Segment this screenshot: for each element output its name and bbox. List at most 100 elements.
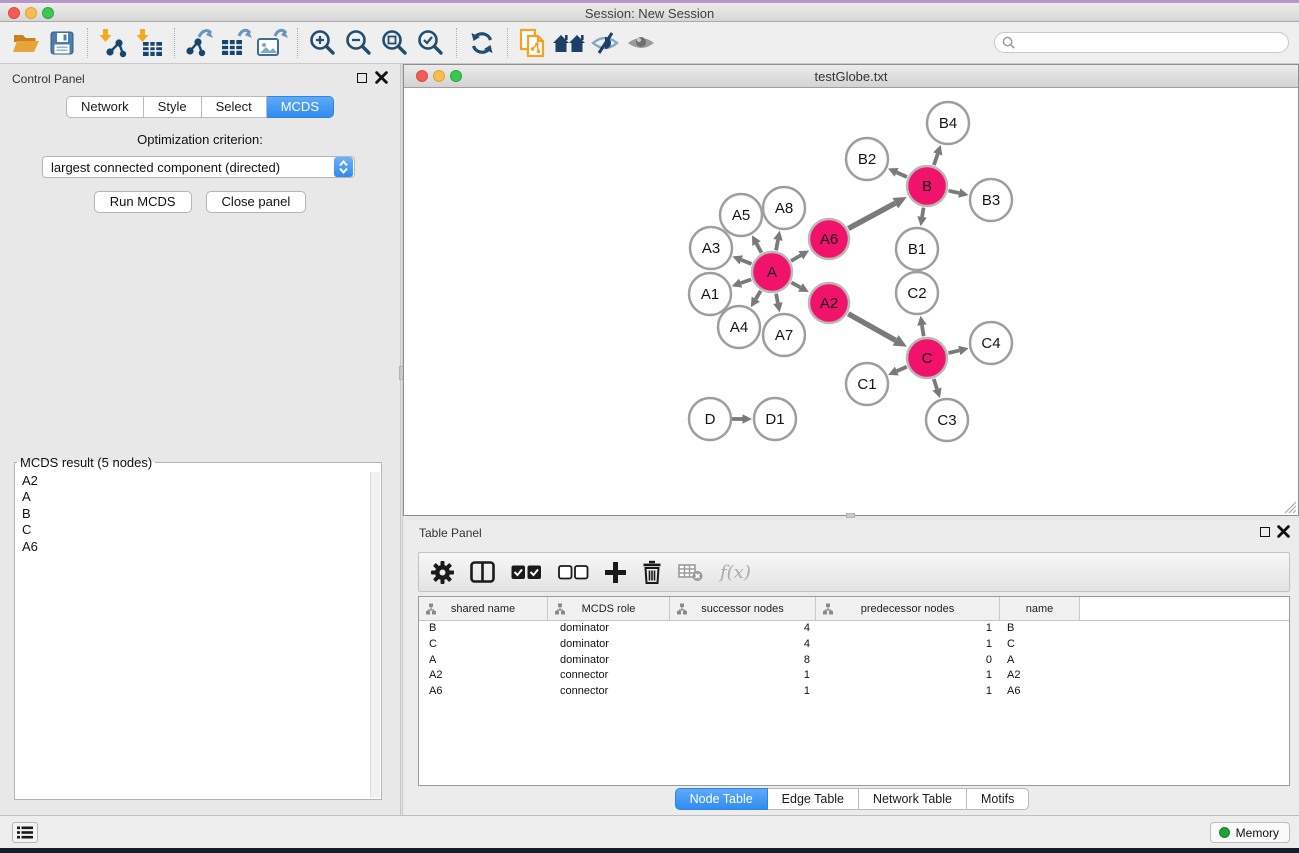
- graph-node-A5[interactable]: A5: [720, 194, 762, 236]
- mcds-result-item[interactable]: A: [16, 489, 369, 505]
- table-cell[interactable]: C: [1000, 637, 1080, 653]
- graph-edge-B-B2[interactable]: [888, 168, 907, 177]
- zoom-out-button[interactable]: [341, 25, 377, 61]
- table-cell[interactable]: 0: [816, 653, 1000, 669]
- graph-node-A2[interactable]: A2: [809, 283, 849, 323]
- zoom-fit-button[interactable]: [377, 25, 413, 61]
- graph-node-D1[interactable]: D1: [754, 398, 796, 440]
- column-header-predecessor-nodes[interactable]: predecessor nodes: [816, 597, 1000, 621]
- table-cell[interactable]: 1: [816, 621, 1000, 637]
- graph-node-B2[interactable]: B2: [846, 138, 888, 180]
- table-row[interactable]: Cdominator41C: [419, 637, 1289, 653]
- graph-node-A6[interactable]: A6: [809, 219, 849, 259]
- search-input[interactable]: [1019, 36, 1288, 50]
- delete-column-icon[interactable]: [642, 560, 662, 584]
- column-header-name[interactable]: name: [1000, 597, 1080, 621]
- tab-motifs[interactable]: Motifs: [967, 788, 1029, 810]
- mcds-result-item[interactable]: C: [16, 522, 369, 538]
- table-cell[interactable]: dominator: [548, 637, 670, 653]
- add-column-icon[interactable]: [605, 562, 626, 583]
- graph-node-B4[interactable]: B4: [927, 102, 969, 144]
- mcds-result-item[interactable]: B: [16, 506, 369, 522]
- tab-style[interactable]: Style: [144, 96, 202, 118]
- tab-network[interactable]: Network: [66, 96, 144, 118]
- table-cell[interactable]: A: [419, 653, 548, 669]
- run-mcds-button[interactable]: Run MCDS: [94, 191, 192, 213]
- graph-edge-B-B4[interactable]: [933, 145, 942, 165]
- close-panel-button[interactable]: Close panel: [206, 191, 307, 213]
- graph-edge-C-C4[interactable]: [948, 346, 968, 355]
- table-row[interactable]: Bdominator41B: [419, 621, 1289, 637]
- table-cell[interactable]: C: [419, 637, 548, 653]
- graph-node-A8[interactable]: A8: [763, 187, 805, 229]
- table-cell[interactable]: A6: [419, 684, 548, 700]
- float-panel-icon[interactable]: [357, 73, 367, 83]
- show-all-button[interactable]: [623, 25, 659, 61]
- graph-node-A3[interactable]: A3: [690, 227, 732, 269]
- table-cell[interactable]: B: [419, 621, 548, 637]
- mcds-result-item[interactable]: A2: [16, 473, 369, 489]
- column-header-shared-name[interactable]: shared name: [419, 597, 548, 621]
- table-cell[interactable]: A2: [419, 668, 548, 684]
- zoom-selected-button[interactable]: [413, 25, 449, 61]
- deselect-all-checkboxes-icon[interactable]: [558, 565, 589, 580]
- graph-node-C3[interactable]: C3: [926, 399, 968, 441]
- graph-node-B[interactable]: B: [907, 166, 947, 206]
- close-table-panel-icon[interactable]: [1277, 525, 1290, 538]
- graph-edge-A-A2[interactable]: [791, 283, 808, 293]
- main-title-bar[interactable]: Session: New Session: [0, 3, 1299, 22]
- graph-edge-D-D1[interactable]: [732, 414, 752, 424]
- table-cell[interactable]: 1: [816, 684, 1000, 700]
- table-cell[interactable]: B: [1000, 621, 1080, 637]
- graph-edge-A-A6[interactable]: [791, 251, 809, 261]
- table-cell[interactable]: connector: [548, 668, 670, 684]
- refresh-view-button[interactable]: [464, 25, 500, 61]
- graph-node-B1[interactable]: B1: [896, 228, 938, 270]
- graph-edge-C-C2[interactable]: [917, 316, 926, 337]
- graph-node-A[interactable]: A: [752, 252, 792, 292]
- table-cell[interactable]: 4: [670, 637, 816, 653]
- graph-edge-A-A5[interactable]: [752, 235, 762, 252]
- graph-node-C2[interactable]: C2: [896, 272, 938, 314]
- function-builder-icon[interactable]: f(x): [720, 562, 751, 583]
- graph-edge-A-A7[interactable]: [773, 294, 782, 313]
- criterion-select[interactable]: largest connected component (directed): [42, 156, 355, 178]
- mcds-list-scrollbar[interactable]: [370, 472, 380, 798]
- table-row[interactable]: A6connector11A6: [419, 684, 1289, 700]
- home-button[interactable]: [551, 25, 587, 61]
- table-cell[interactable]: 1: [670, 668, 816, 684]
- show-columns-icon[interactable]: [470, 561, 495, 583]
- tab-node-table[interactable]: Node Table: [675, 788, 768, 810]
- float-table-panel-icon[interactable]: [1260, 527, 1270, 537]
- graph-node-A4[interactable]: A4: [718, 306, 760, 348]
- table-cell[interactable]: 1: [670, 684, 816, 700]
- open-file-button[interactable]: [8, 25, 44, 61]
- graph-edge-B-B3[interactable]: [948, 188, 968, 197]
- mcds-result-list[interactable]: A2ABCA6: [16, 473, 369, 798]
- table-cell[interactable]: A: [1000, 653, 1080, 669]
- column-header-successor-nodes[interactable]: successor nodes: [670, 597, 816, 621]
- search-field[interactable]: [994, 32, 1289, 53]
- mcds-result-item[interactable]: A6: [16, 539, 369, 555]
- graph-node-D[interactable]: D: [689, 398, 731, 440]
- network-canvas[interactable]: B4B2BB3A8A5A6A3B1AA1C2A2A4A7C4CC1C3DD1: [404, 88, 1298, 515]
- table-row[interactable]: A2connector11A2: [419, 668, 1289, 684]
- graph-edge-A-A3[interactable]: [732, 255, 751, 264]
- task-history-button[interactable]: [12, 822, 38, 843]
- tab-network-table[interactable]: Network Table: [859, 788, 967, 810]
- import-network-button[interactable]: [95, 25, 131, 61]
- clone-network-button[interactable]: [515, 25, 551, 61]
- memory-button[interactable]: Memory: [1210, 822, 1290, 843]
- column-header-mcds-role[interactable]: MCDS role: [548, 597, 670, 621]
- table-cell[interactable]: A2: [1000, 668, 1080, 684]
- table-cell[interactable]: dominator: [548, 621, 670, 637]
- settings-gear-icon[interactable]: [431, 561, 454, 584]
- delete-table-icon[interactable]: [678, 563, 704, 582]
- table-cell[interactable]: A6: [1000, 684, 1080, 700]
- network-graph[interactable]: B4B2BB3A8A5A6A3B1AA1C2A2A4A7C4CC1C3DD1: [404, 88, 1297, 515]
- table-cell[interactable]: 1: [816, 637, 1000, 653]
- graph-node-B3[interactable]: B3: [970, 179, 1012, 221]
- window-resize-grip-icon[interactable]: [1284, 501, 1297, 514]
- graph-edge-A-A1[interactable]: [732, 279, 752, 288]
- graph-node-A7[interactable]: A7: [763, 314, 805, 356]
